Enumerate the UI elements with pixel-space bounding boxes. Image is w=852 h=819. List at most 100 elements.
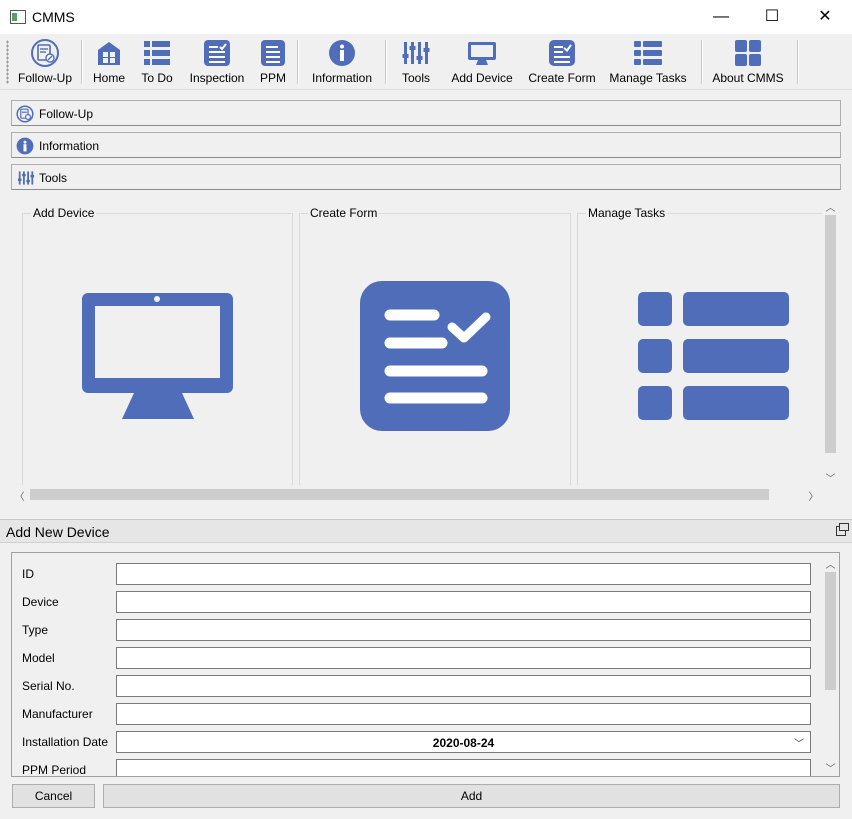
field-label: Type <box>22 623 49 637</box>
dock-title: Add New Device <box>6 524 110 540</box>
grid-icon <box>735 40 761 66</box>
scroll-thumb[interactable] <box>825 215 836 453</box>
toolbar-label: Create Form <box>528 71 596 85</box>
form-row-manufacturer: Manufacturer <box>12 703 822 725</box>
model-input[interactable] <box>116 647 811 669</box>
tasks-icon <box>634 41 662 65</box>
tool-group-title: Manage Tasks <box>586 206 668 220</box>
toolbar-separator <box>81 40 83 84</box>
ppm-period-input[interactable] <box>116 759 811 776</box>
installation-date-picker[interactable]: 2020-08-24 ﹀ <box>116 731 811 753</box>
form-row-device: Device <box>12 591 822 613</box>
section-label: Information <box>39 139 100 153</box>
manufacturer-input[interactable] <box>116 703 811 725</box>
toolbar-label: PPM <box>259 71 286 85</box>
maximize-button[interactable]: ☐ <box>749 0 795 34</box>
tools-panel: Add Device Create Form Manage Tasks ︿ ﹀ … <box>11 196 841 506</box>
form-row-installation-date: Installation Date 2020-08-24 ﹀ <box>12 731 822 753</box>
tool-group-create-form[interactable]: Create Form <box>299 206 571 485</box>
dock-float-button[interactable] <box>836 523 849 536</box>
tools-icon <box>17 171 35 185</box>
minimize-button[interactable]: — <box>698 0 744 34</box>
close-button[interactable]: ✕ <box>802 0 848 34</box>
section-label: Follow-Up <box>39 107 94 121</box>
form-row-serial: Serial No. <box>12 675 822 697</box>
toolbar-label: About CMMS <box>712 71 784 85</box>
scroll-left-arrow[interactable]: 〈 <box>11 488 28 503</box>
add-button[interactable]: Add <box>103 784 840 808</box>
toolbar-ppm-button[interactable]: PPM <box>256 38 290 88</box>
dock-title-bar: Add New Device <box>0 519 852 543</box>
device-input[interactable] <box>116 591 811 613</box>
section-information[interactable]: Information <box>11 132 841 158</box>
form-row-type: Type <box>12 619 822 641</box>
field-label: Installation Date <box>22 735 109 749</box>
toolbar-grip[interactable] <box>6 40 9 84</box>
tools-icon <box>402 42 430 64</box>
tool-group-add-device[interactable]: Add Device <box>22 206 293 485</box>
toolbar-home-button[interactable]: Home <box>90 38 128 88</box>
id-input[interactable] <box>116 563 811 585</box>
toolbar-follow-up-button[interactable]: Follow-Up <box>15 38 75 88</box>
tool-group-title: Create Form <box>308 206 380 220</box>
toolbar-create-form-button[interactable]: Create Form <box>526 38 598 88</box>
serial-number-input[interactable] <box>116 675 811 697</box>
type-input[interactable] <box>116 619 811 641</box>
monitor-icon <box>82 293 233 419</box>
section-tools[interactable]: Tools <box>11 164 841 190</box>
toolbar-label: Inspection <box>189 71 245 85</box>
toolbar-label: Tools <box>401 71 430 85</box>
toolbar-add-device-button[interactable]: Add Device <box>448 38 516 88</box>
field-label: Serial No. <box>22 679 75 693</box>
form-icon <box>549 40 575 66</box>
form-vertical-scrollbar[interactable]: ︿ ﹀ <box>822 553 839 776</box>
toolbar-inspection-button[interactable]: Inspection <box>186 38 248 88</box>
scroll-up-arrow[interactable]: ︿ <box>822 199 839 214</box>
section-follow-up[interactable]: Follow-Up <box>11 100 841 126</box>
home-icon <box>98 42 120 65</box>
info-icon <box>16 137 34 155</box>
section-label: Tools <box>39 171 68 185</box>
scroll-right-arrow[interactable]: 〉 <box>805 488 822 503</box>
scroll-up-arrow[interactable]: ︿ <box>822 556 839 571</box>
toolbar-separator <box>701 40 703 84</box>
scroll-down-arrow[interactable]: ﹀ <box>822 760 839 775</box>
date-value: 2020-08-24 <box>432 736 495 750</box>
scroll-thumb[interactable] <box>30 489 769 500</box>
scroll-thumb[interactable] <box>825 572 836 690</box>
add-device-form: ID Device Type Model Serial No. Manufact… <box>11 552 840 777</box>
toolbar-tools-button[interactable]: Tools <box>397 38 435 88</box>
form-row-id: ID <box>12 563 822 585</box>
form-row-model: Model <box>12 647 822 669</box>
monitor-icon <box>468 42 496 65</box>
cancel-button[interactable]: Cancel <box>12 784 95 808</box>
field-label: Model <box>22 651 55 665</box>
toolbar-information-button[interactable]: Information <box>307 38 377 88</box>
tool-group-manage-tasks[interactable]: Manage Tasks <box>577 206 823 485</box>
toolbar-about-button[interactable]: About CMMS <box>710 38 786 88</box>
toolbar-label: Add Device <box>451 71 513 85</box>
window-title: CMMS <box>32 9 75 25</box>
toolbar-label: Follow-Up <box>17 71 72 85</box>
toolbar-to-do-button[interactable]: To Do <box>138 38 176 88</box>
follow-up-icon <box>16 105 34 123</box>
info-icon <box>329 40 355 66</box>
toolbar-label: Information <box>311 71 373 85</box>
toolbar-label: To Do <box>141 71 173 85</box>
toolbar-label: Manage Tasks <box>609 71 687 85</box>
tools-vertical-scrollbar[interactable]: ︿ ﹀ <box>822 196 839 486</box>
toolbar-separator <box>797 40 799 84</box>
tools-horizontal-scrollbar[interactable]: 〈 〉 <box>11 486 822 503</box>
toolbar-separator <box>385 40 387 84</box>
chevron-down-icon[interactable]: ﹀ <box>794 735 804 750</box>
field-label: Manufacturer <box>22 707 93 721</box>
tasks-icon <box>638 292 789 420</box>
toolbar-manage-tasks-button[interactable]: Manage Tasks <box>607 38 689 88</box>
field-label: Device <box>22 595 59 609</box>
checklist-icon <box>204 40 230 66</box>
form-row-ppm-period: PPM Period <box>12 759 822 777</box>
scroll-down-arrow[interactable]: ﹀ <box>822 470 839 485</box>
form-icon <box>360 281 510 431</box>
field-label: PPM Period <box>22 763 87 777</box>
list-icon <box>144 41 170 65</box>
